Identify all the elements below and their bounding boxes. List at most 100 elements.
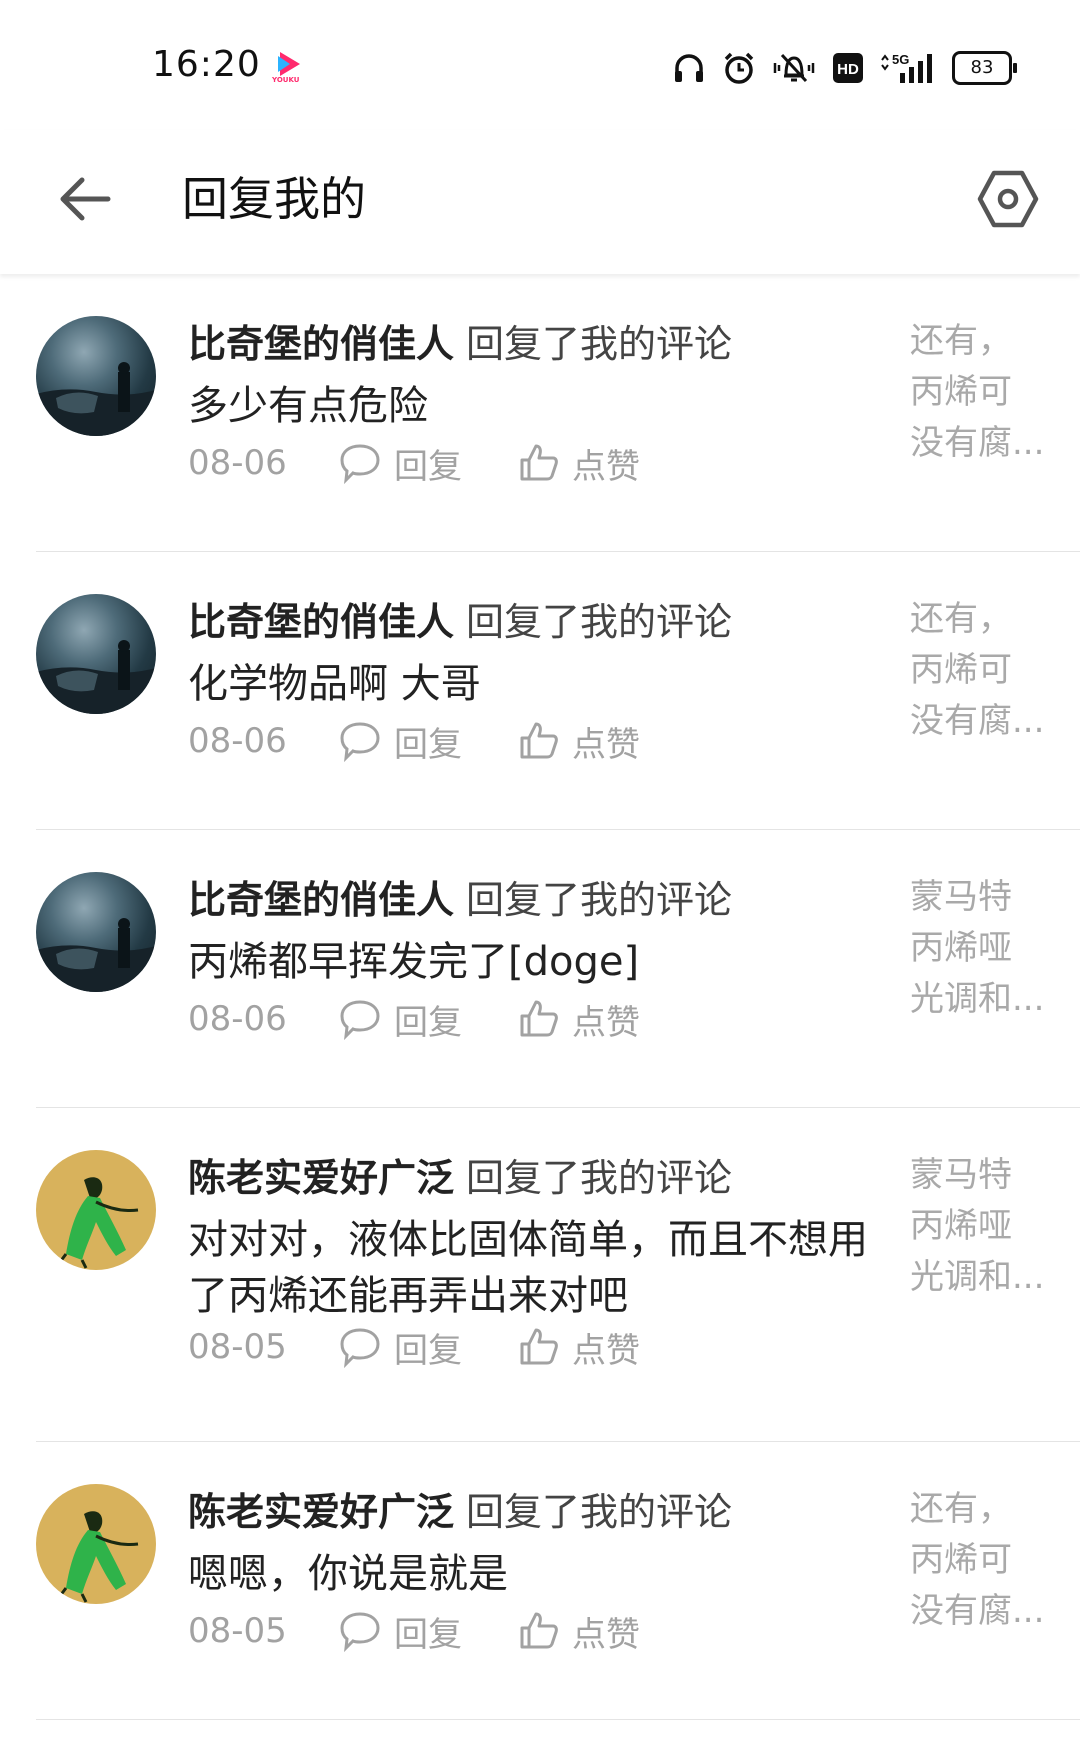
quote-line: 还有， [910,599,1012,639]
like-label: 点赞 [572,1002,640,1043]
reply-header: 比奇堡的俏佳人 回复了我的评论 [188,316,732,372]
quote-line: 丙烯可 [910,1540,1012,1580]
reply-date: 08-06 [188,443,287,483]
reply-label: 回复 [394,446,462,487]
reply-meta: 08-05 回复 点赞 [188,1322,696,1372]
user-name[interactable]: 比奇堡的俏佳人 [188,878,454,922]
reply-header: 陈老实爱好广泛 回复了我的评论 [188,1150,732,1206]
like-button[interactable]: 点赞 [518,1607,640,1656]
reply-header: 陈老实爱好广泛 回复了我的评论 [188,1484,732,1540]
avatar[interactable] [36,872,156,992]
alarm-icon [724,52,754,84]
comment-bubble-icon [340,1612,380,1652]
reply-action-text: 回复了我的评论 [466,878,733,922]
avatar-image [58,1511,139,1603]
avatar[interactable] [36,594,156,714]
reply-item[interactable]: 比奇堡的俏佳人 回复了我的评论 丙烯都早挥发完了[doge] 08-06 回复 点… [0,830,1080,1108]
original-comment-preview[interactable]: 蒙马特 丙烯哑 光调和... [910,872,1050,1025]
comment-bubble-icon [340,1328,380,1368]
reply-item[interactable]: 陈老实爱好广泛 回复了我的评论 对对对，液体比固体简单，而且不想用了丙烯还能再弄出… [0,1108,1080,1442]
reply-meta: 08-06 回复 点赞 [188,716,696,766]
youku-label: YOUKU [272,76,300,84]
original-comment-preview[interactable]: 还有， 丙烯可 没有腐... [910,594,1050,747]
avatar[interactable] [36,316,156,436]
like-button[interactable]: 点赞 [518,1323,640,1372]
like-label: 点赞 [572,1330,640,1371]
reply-button[interactable]: 回复 [338,1607,462,1656]
reply-header: 比奇堡的俏佳人 回复了我的评论 [188,872,732,928]
comment-bubble-icon [340,722,380,762]
user-name[interactable]: 陈老实爱好广泛 [188,1490,454,1534]
user-name[interactable]: 陈老实爱好广泛 [188,1156,454,1200]
reply-label: 回复 [394,1002,462,1043]
reply-button[interactable]: 回复 [338,439,462,488]
reply-meta: 08-06 回复 点赞 [188,438,696,488]
reply-item[interactable]: 比奇堡的俏佳人 回复了我的评论 化学物品啊 大哥 08-06 回复 点赞 还有， … [0,552,1080,830]
quote-line: 还有， [910,1489,1012,1529]
like-label: 点赞 [572,1614,640,1655]
avatar-image [36,640,156,714]
reply-item[interactable]: 陈老实爱好广泛 回复了我的评论 嗯嗯，你说是就是 08-05 回复 点赞 还有， … [0,1442,1080,1720]
avatar-image [36,362,156,436]
comment-bubble-icon [340,1000,380,1040]
user-name[interactable]: 比奇堡的俏佳人 [188,322,454,366]
like-button[interactable]: 点赞 [518,995,640,1044]
like-label: 点赞 [572,446,640,487]
reply-content: 化学物品啊 大哥 [188,661,481,707]
quote-line: 蒙马特 [910,1155,1012,1195]
reply-date: 08-05 [188,1327,287,1367]
reply-date: 08-06 [188,999,287,1039]
reply-meta: 08-05 回复 点赞 [188,1606,696,1656]
original-comment-preview[interactable]: 蒙马特 丙烯哑 光调和... [910,1150,1050,1303]
top-app-bar: 回复我的 [0,130,1080,274]
quote-line: 光调和... [910,1257,1045,1297]
reply-item[interactable]: 比奇堡的俏佳人 回复了我的评论 多少有点危险 08-06 回复 点赞 还有， 丙烯… [0,274,1080,552]
quote-line: 没有腐... [910,701,1045,741]
battery-indicator: 83 [952,51,1017,85]
reply-button[interactable]: 回复 [338,717,462,766]
quote-line: 没有腐... [910,1591,1045,1631]
quote-line: 丙烯哑 [910,928,1012,968]
comment-bubble-icon [340,444,380,484]
quote-line: 蒙马特 [910,877,1012,917]
reply-action-text: 回复了我的评论 [466,322,733,366]
like-button[interactable]: 点赞 [518,439,640,488]
original-comment-preview[interactable]: 还有， 丙烯可 没有腐... [910,1484,1050,1637]
reply-label: 回复 [394,1614,462,1655]
divider [36,1719,1080,1720]
quote-line: 光调和... [910,979,1045,1019]
status-icons: HD 5G 83 [672,48,1017,88]
reply-header: 比奇堡的俏佳人 回复了我的评论 [188,594,732,650]
reply-button[interactable]: 回复 [338,1323,462,1372]
reply-content: 对对对，液体比固体简单，而且不想用了丙烯还能再弄出来对吧 [188,1217,868,1319]
reply-date: 08-06 [188,721,287,761]
thumbs-up-icon [520,1328,558,1365]
reply-button[interactable]: 回复 [338,995,462,1044]
back-button[interactable] [50,164,120,234]
reply-label: 回复 [394,724,462,765]
quote-line: 没有腐... [910,423,1045,463]
reply-action-text: 回复了我的评论 [466,1156,733,1200]
reply-list: 比奇堡的俏佳人 回复了我的评论 多少有点危险 08-06 回复 点赞 还有， 丙烯… [0,274,1080,1720]
hd-icon: HD [833,53,863,83]
page-title: 回复我的 [182,172,366,226]
user-name[interactable]: 比奇堡的俏佳人 [188,600,454,644]
mute-vibrate-icon [773,53,815,83]
quote-line: 丙烯可 [910,372,1012,412]
headphones-icon [675,54,703,82]
reply-label: 回复 [394,1330,462,1371]
quote-line: 还有， [910,321,1012,361]
reply-date: 08-05 [188,1611,287,1651]
like-button[interactable]: 点赞 [518,717,640,766]
reply-content: 嗯嗯，你说是就是 [188,1551,508,1597]
thumbs-up-icon [520,722,558,759]
settings-button[interactable] [972,160,1044,238]
avatar[interactable] [36,1484,156,1604]
avatar[interactable] [36,1150,156,1270]
like-label: 点赞 [572,724,640,765]
arrow-left-icon [60,177,111,221]
original-comment-preview[interactable]: 还有， 丙烯可 没有腐... [910,316,1050,469]
reply-action-text: 回复了我的评论 [466,1490,733,1534]
reply-content: 多少有点危险 [188,383,428,429]
quote-line: 丙烯可 [910,650,1012,690]
